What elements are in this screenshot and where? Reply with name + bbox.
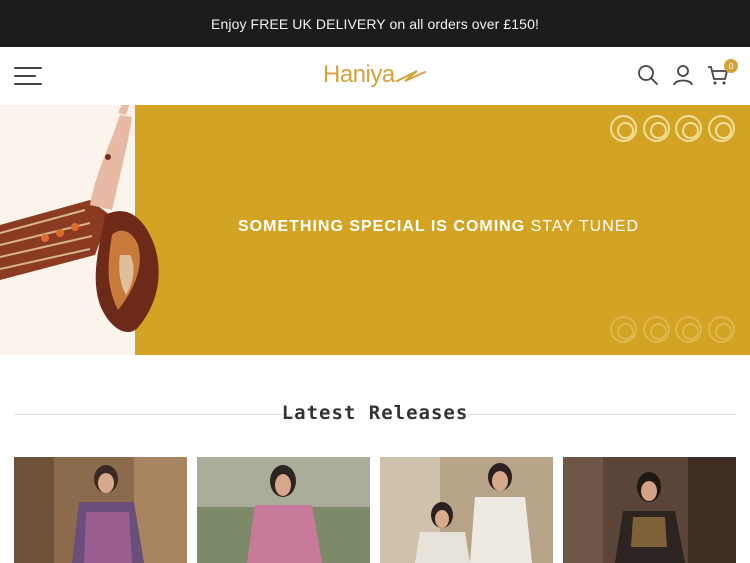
product-card[interactable] [14,457,187,563]
ornament-icon [643,316,670,343]
banner-headline: SOMETHING SPECIAL IS COMING STAY TUNED [238,218,639,236]
logo-swash-icon [396,70,426,82]
ornament-icon [708,316,735,343]
site-logo[interactable]: Haniya [323,59,427,93]
announcement-text: Enjoy FREE UK DELIVERY on all orders ove… [211,15,539,32]
product-card[interactable] [197,457,370,563]
user-icon [673,65,693,86]
menu-button[interactable] [14,67,42,85]
product-image [14,457,187,563]
cart-count-badge: 0 [724,59,738,73]
section-title: Latest Releases [281,402,469,424]
product-image [563,457,736,563]
account-button[interactable] [671,63,695,87]
banner-headline-bold: SOMETHING SPECIAL IS COMING [238,218,526,235]
ornament-icon [708,115,735,142]
site-header: Haniya [0,47,750,105]
hero-banner[interactable]: SOMETHING SPECIAL IS COMING STAY TUNED [0,105,750,355]
menu-icon-line [14,67,42,69]
product-grid [14,457,736,563]
menu-icon-line [14,75,36,77]
ornament-icon [675,316,702,343]
latest-releases-heading: Latest Releases [14,395,736,435]
announcement-bar: Enjoy FREE UK DELIVERY on all orders ove… [0,0,750,47]
ornament-icon [610,316,637,343]
banner-headline-light: STAY TUNED [530,218,640,235]
ornament-icon [610,115,637,142]
ornament-icon [643,115,670,142]
search-button[interactable] [636,63,660,87]
logo-text: Haniya [323,61,395,88]
product-card[interactable] [380,457,553,563]
search-icon [638,65,658,85]
ornament-icon [675,115,702,142]
model-arm-image [0,105,159,333]
product-card[interactable] [563,457,736,563]
product-image [380,457,553,563]
menu-icon-line [14,83,42,85]
product-image [197,457,370,563]
